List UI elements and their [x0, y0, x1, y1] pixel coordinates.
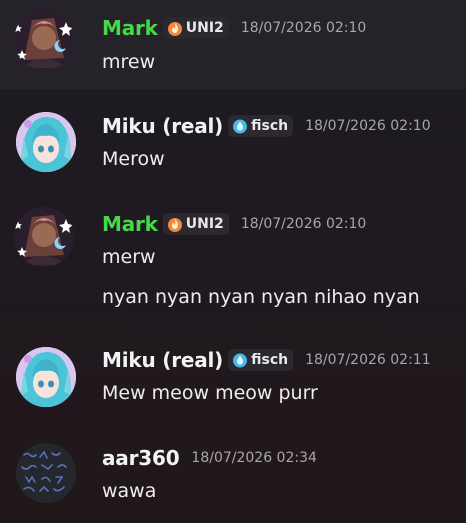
avatar[interactable] — [16, 443, 76, 503]
user-tag[interactable]: UNI2 — [162, 17, 229, 39]
chat-message-list: Mark UNI2 18/07/2026 02:10 mrew Miku (re… — [0, 0, 466, 523]
message-header: Mark UNI2 18/07/2026 02:10 — [102, 211, 366, 237]
user-tag-label: UNI2 — [185, 20, 224, 36]
avatar-miku-image — [16, 112, 76, 172]
user-tag-label: fisch — [251, 118, 289, 134]
message-header: Miku (real) fisch 18/07/2026 02:11 — [102, 347, 431, 373]
user-tag-label: UNI2 — [185, 216, 224, 232]
user-tag[interactable]: UNI2 — [162, 213, 229, 235]
water-drop-icon — [232, 118, 248, 134]
avatar-aar360-image — [16, 443, 76, 503]
message-header: Mark UNI2 18/07/2026 02:10 — [102, 15, 366, 41]
user-tag[interactable]: fisch — [228, 115, 294, 137]
water-drop-icon — [232, 352, 248, 368]
username[interactable]: Miku (real) — [102, 114, 223, 138]
fire-icon — [167, 20, 183, 36]
message-text: Merow — [102, 148, 165, 170]
avatar-mark-image — [14, 10, 74, 70]
username[interactable]: Mark — [102, 212, 158, 236]
message-text: mrew — [102, 51, 156, 73]
avatar-mark-image — [14, 207, 74, 267]
timestamp[interactable]: 18/07/2026 02:10 — [241, 216, 367, 232]
message-text: merw — [102, 246, 156, 268]
fire-icon — [167, 216, 183, 232]
timestamp[interactable]: 18/07/2026 02:10 — [241, 20, 367, 36]
username[interactable]: Miku (real) — [102, 348, 223, 372]
avatar[interactable] — [16, 347, 76, 407]
timestamp[interactable]: 18/07/2026 02:34 — [191, 450, 317, 466]
message-text: Mew meow meow purr — [102, 382, 318, 404]
message-header: Miku (real) fisch 18/07/2026 02:10 — [102, 113, 431, 139]
message-text: wawa — [102, 480, 157, 502]
message-text: nyan nyan nyan nyan nihao nyan — [102, 286, 420, 308]
avatar-miku-image — [16, 347, 76, 407]
avatar[interactable] — [14, 207, 74, 267]
timestamp[interactable]: 18/07/2026 02:11 — [305, 352, 431, 368]
avatar[interactable] — [14, 10, 74, 70]
message-header: aar360 18/07/2026 02:34 — [102, 445, 317, 471]
username[interactable]: Mark — [102, 16, 158, 40]
user-tag-label: fisch — [251, 352, 289, 368]
avatar[interactable] — [16, 112, 76, 172]
user-tag[interactable]: fisch — [228, 349, 294, 371]
timestamp[interactable]: 18/07/2026 02:10 — [305, 118, 431, 134]
username[interactable]: aar360 — [102, 446, 180, 470]
